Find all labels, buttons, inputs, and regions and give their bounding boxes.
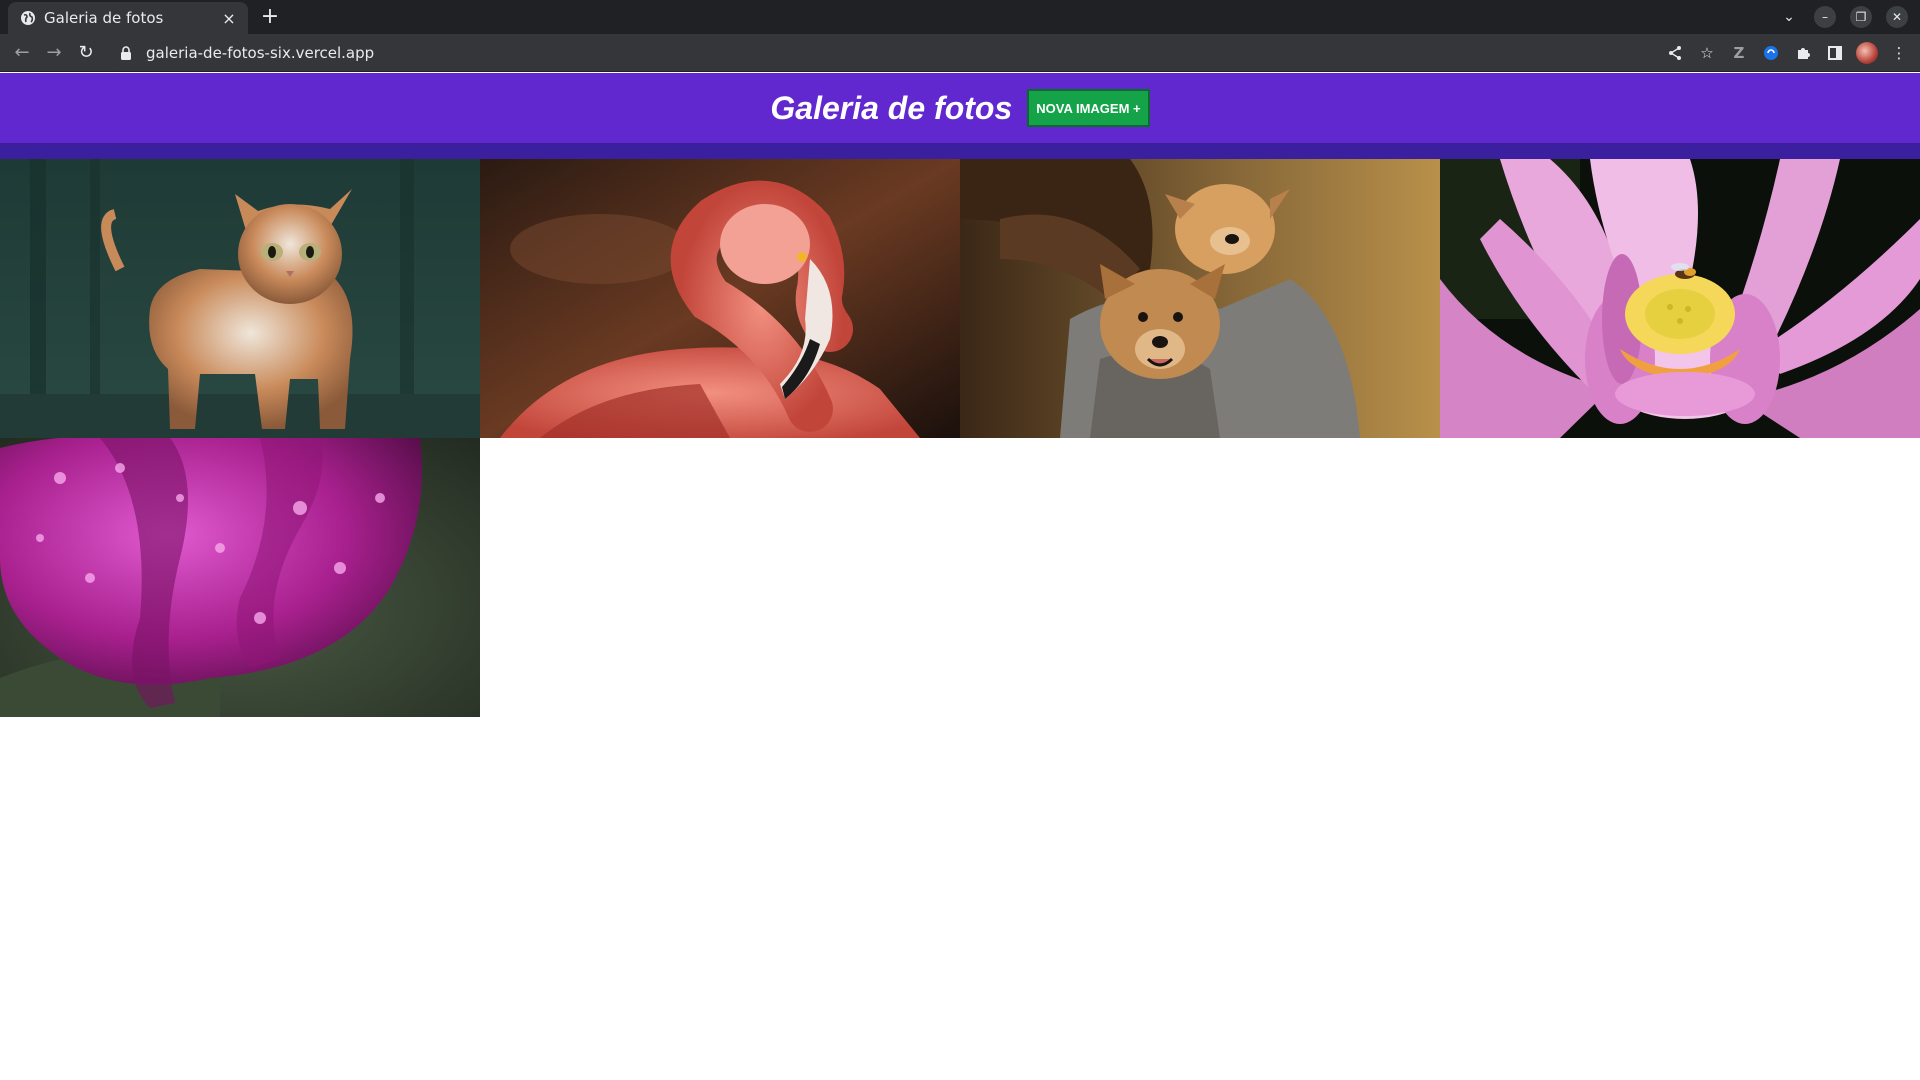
bookmark-star-icon[interactable]: ☆ bbox=[1696, 41, 1718, 65]
restore-icon[interactable]: ❐ bbox=[1850, 6, 1872, 28]
browser-tab[interactable]: Galeria de fotos × bbox=[8, 2, 248, 34]
address-bar[interactable]: galeria-de-fotos-six.vercel.app bbox=[108, 37, 1660, 69]
back-icon[interactable]: ← bbox=[10, 41, 34, 65]
photo-grid bbox=[0, 159, 1920, 717]
extension-blue-icon[interactable] bbox=[1760, 41, 1782, 65]
lock-icon[interactable] bbox=[120, 46, 134, 60]
menu-kebab-icon[interactable]: ⋮ bbox=[1888, 41, 1910, 65]
photo-cat[interactable] bbox=[0, 159, 480, 438]
reload-icon[interactable]: ↻ bbox=[74, 41, 98, 65]
tab-search-icon[interactable]: ⌄ bbox=[1778, 9, 1800, 25]
app-header: Galeria de fotos NOVA IMAGEM + bbox=[0, 73, 1920, 143]
photo-puppies[interactable] bbox=[960, 159, 1440, 438]
extension-z-icon[interactable]: Z bbox=[1728, 41, 1750, 65]
header-divider bbox=[0, 143, 1920, 159]
side-panel-icon[interactable] bbox=[1824, 41, 1846, 65]
photo-flamingo[interactable] bbox=[480, 159, 960, 438]
page-title: Galeria de fotos bbox=[770, 89, 1013, 126]
globe-icon bbox=[20, 10, 36, 26]
minimize-icon[interactable]: – bbox=[1814, 6, 1836, 28]
page-content: Galeria de fotos NOVA IMAGEM + bbox=[0, 73, 1920, 1080]
photo-lotus[interactable] bbox=[1440, 159, 1920, 438]
url-text: galeria-de-fotos-six.vercel.app bbox=[146, 44, 375, 62]
tab-close-icon[interactable]: × bbox=[220, 9, 238, 28]
extensions-puzzle-icon[interactable] bbox=[1792, 41, 1814, 65]
photo-purple-tulip[interactable] bbox=[0, 438, 480, 717]
browser-tab-bar: Galeria de fotos × + ⌄ – ❐ ✕ bbox=[0, 0, 1920, 34]
share-icon[interactable] bbox=[1664, 41, 1686, 65]
browser-toolbar: ← → ↻ galeria-de-fotos-six.vercel.app ☆ … bbox=[0, 34, 1920, 72]
close-window-icon[interactable]: ✕ bbox=[1886, 6, 1908, 28]
new-tab-button[interactable]: + bbox=[258, 5, 282, 29]
forward-icon[interactable]: → bbox=[42, 41, 66, 65]
profile-avatar[interactable] bbox=[1856, 42, 1878, 64]
tab-title: Galeria de fotos bbox=[44, 9, 164, 27]
new-image-button[interactable]: NOVA IMAGEM + bbox=[1027, 89, 1150, 127]
